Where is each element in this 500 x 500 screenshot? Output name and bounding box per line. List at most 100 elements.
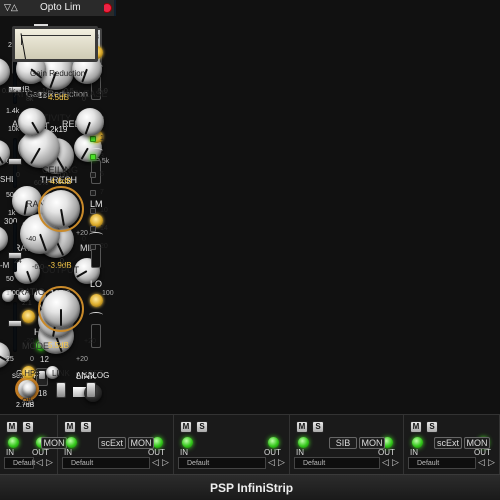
slot-3-m-button[interactable]: M <box>296 421 308 433</box>
opto-release-knob[interactable] <box>76 108 104 136</box>
slot-2-m-button[interactable]: M <box>180 421 192 433</box>
opto-release-knob-indicator <box>84 121 91 135</box>
prequsor-fader-lm-bot: 50 <box>6 276 14 283</box>
slot-2-in-led[interactable] <box>182 437 193 448</box>
slot-controls-4: M S IN OUT scExt MON Default ◁ ▷ <box>404 415 500 475</box>
opto-ceiling-ring <box>38 186 84 232</box>
slot-0-preset-selector[interactable]: Default <box>4 457 36 469</box>
prequsor-lo-shape-button[interactable] <box>90 294 103 307</box>
opto-menu-arrows[interactable]: ▽△ <box>4 2 18 13</box>
deesser-ratio-a-button[interactable] <box>22 310 35 323</box>
slot-0-in-label: IN <box>6 448 14 457</box>
prequsor-lo-gain-value: 5.5dB <box>48 341 69 350</box>
vca-release-knob-indicator <box>80 147 89 160</box>
deesser-range-min: 24 <box>14 258 22 265</box>
slot-3-preset-prev-icon[interactable]: ◁ <box>382 458 389 467</box>
slot-4-preset-selector[interactable]: Default <box>408 457 476 469</box>
deesser-gr-led-3 <box>90 190 96 196</box>
vca-ratio-knob-indicator <box>26 270 33 283</box>
deesser-gr-scale-0: 1 <box>100 135 104 142</box>
slot-1-in-led[interactable] <box>66 437 77 448</box>
slot-1-preset-selector[interactable]: Default <box>62 457 150 469</box>
slot-0-out-label: OUT <box>32 448 49 457</box>
slot-3-preset-next-icon[interactable]: ▷ <box>392 458 399 467</box>
prequsor-lo-shape-icon <box>89 312 103 318</box>
vca-makeup-min: 0 <box>30 356 34 363</box>
slot-4-in-led[interactable] <box>412 437 423 448</box>
slot-2-preset-prev-icon[interactable]: ◁ <box>268 458 275 467</box>
hpf-scale-18: 18 <box>38 389 47 398</box>
deesser-gr-scale-4: 10 <box>100 207 108 214</box>
slot-4-sidechain-button[interactable]: scExt <box>434 437 462 449</box>
deesser-gr-led-2 <box>90 172 96 178</box>
deesser-sensitivity-knob-indicator <box>29 147 41 165</box>
footer-bar: PSP InfiniStrip <box>0 474 500 500</box>
slot-3-in-label: IN <box>296 448 304 457</box>
opto-schpf-value: Off <box>22 398 32 405</box>
prequsor-lo-freq-fader[interactable] <box>8 302 22 352</box>
slot-1-sidechain-button[interactable]: scExt <box>98 437 126 449</box>
infinistrip-window: FiltersdB1218FLTSHL1.00300-MHPF1218▽△VCA… <box>0 0 500 500</box>
slot-0-m-button[interactable]: M <box>6 421 18 433</box>
slot-3-sidechain-button[interactable]: SIB <box>329 437 357 449</box>
slot-0-in-led[interactable] <box>8 437 19 448</box>
opto-attack-knob[interactable] <box>18 108 46 136</box>
slot-1-m-button[interactable]: M <box>64 421 76 433</box>
slot-0-preset-next-icon[interactable]: ▷ <box>46 458 53 467</box>
slot-1-in-label: IN <box>64 448 72 457</box>
prequsor-hm-fader-thumb[interactable] <box>8 158 22 165</box>
slot-3-s-button[interactable]: S <box>312 421 324 433</box>
deesser-gr-led-0 <box>90 136 96 142</box>
slot-2-out-led[interactable] <box>268 437 279 448</box>
filter-knob-2-indicator <box>0 152 4 164</box>
opto-ceiling-label: CEILING <box>42 165 79 175</box>
slot-3-out-label: OUT <box>378 448 395 457</box>
opto-soft-switch[interactable] <box>86 382 96 398</box>
prequsor-hm-freq-fader[interactable] <box>8 138 22 188</box>
deesser-gr-scale-2: 5 <box>100 171 104 178</box>
deesser-gr-led-5 <box>90 226 96 232</box>
slot-4-preset-prev-icon[interactable]: ◁ <box>478 458 485 467</box>
opto-output-label: OUTPUT <box>42 265 79 275</box>
deesser-range-knob-indicator <box>39 233 48 252</box>
slot-2-preset-next-icon[interactable]: ▷ <box>278 458 285 467</box>
lpf-freq-knob[interactable] <box>0 58 10 86</box>
slot-1-preset-prev-icon[interactable]: ◁ <box>152 458 159 467</box>
filter-knob-4[interactable] <box>0 226 8 252</box>
opto-link-switch[interactable] <box>56 382 66 398</box>
opto-output-ring <box>38 286 84 332</box>
slot-controls-0: M S IN OUT MON Default ◁ ▷ <box>0 415 67 475</box>
opto-schpf-knob[interactable] <box>22 382 36 396</box>
deesser-ratio-a: 2:1 <box>22 300 32 307</box>
prequsor-fader-hm-bot: 500 <box>6 192 18 199</box>
slot-2-s-button[interactable]: S <box>196 421 208 433</box>
deesser-gr-scale-5: 14 <box>100 225 108 232</box>
slot-4-preset-name: Default <box>417 460 440 467</box>
slot-2-out-label: OUT <box>264 448 281 457</box>
slot-1-preset-next-icon[interactable]: ▷ <box>162 458 169 467</box>
slot-4-preset-next-icon[interactable]: ▷ <box>488 458 495 467</box>
opto-output-max: +20 <box>84 338 96 345</box>
slot-1-s-button[interactable]: S <box>80 421 92 433</box>
hpf-freq-knob[interactable] <box>0 342 10 368</box>
opto-title: Opto Lim <box>40 2 81 13</box>
opto-gr-label: Gain Reduction <box>30 69 86 78</box>
slot-3-preset-selector[interactable]: Default <box>294 457 380 469</box>
slot-controls-2: M S IN OUT Default ◁ ▷ <box>174 415 290 475</box>
slot-controls-3: M S IN OUT SIB MON Default ◁ ▷ <box>290 415 404 475</box>
slot-4-in-label: IN <box>410 448 418 457</box>
slot-1-monitor-button[interactable]: MON <box>128 437 154 449</box>
slot-4-monitor-button[interactable]: MON <box>464 437 490 449</box>
slot-3-in-led[interactable] <box>298 437 309 448</box>
slot-4-s-button[interactable]: S <box>426 421 438 433</box>
footer-brand: PSP InfiniStrip <box>210 481 294 495</box>
prequsor-lo-fader-thumb[interactable] <box>8 320 22 327</box>
slot-0-preset-name: Default <box>13 460 36 467</box>
slot-0-preset-prev-icon[interactable]: ◁ <box>36 458 43 467</box>
slot-0-s-button[interactable]: S <box>22 421 34 433</box>
slot-4-m-button[interactable]: M <box>410 421 422 433</box>
slot-3-monitor-button[interactable]: MON <box>359 437 385 449</box>
prequsor-fader-hm-top: 10k <box>8 126 20 133</box>
deesser-gr-led-1 <box>90 154 96 160</box>
slot-2-preset-selector[interactable]: Default <box>178 457 266 469</box>
